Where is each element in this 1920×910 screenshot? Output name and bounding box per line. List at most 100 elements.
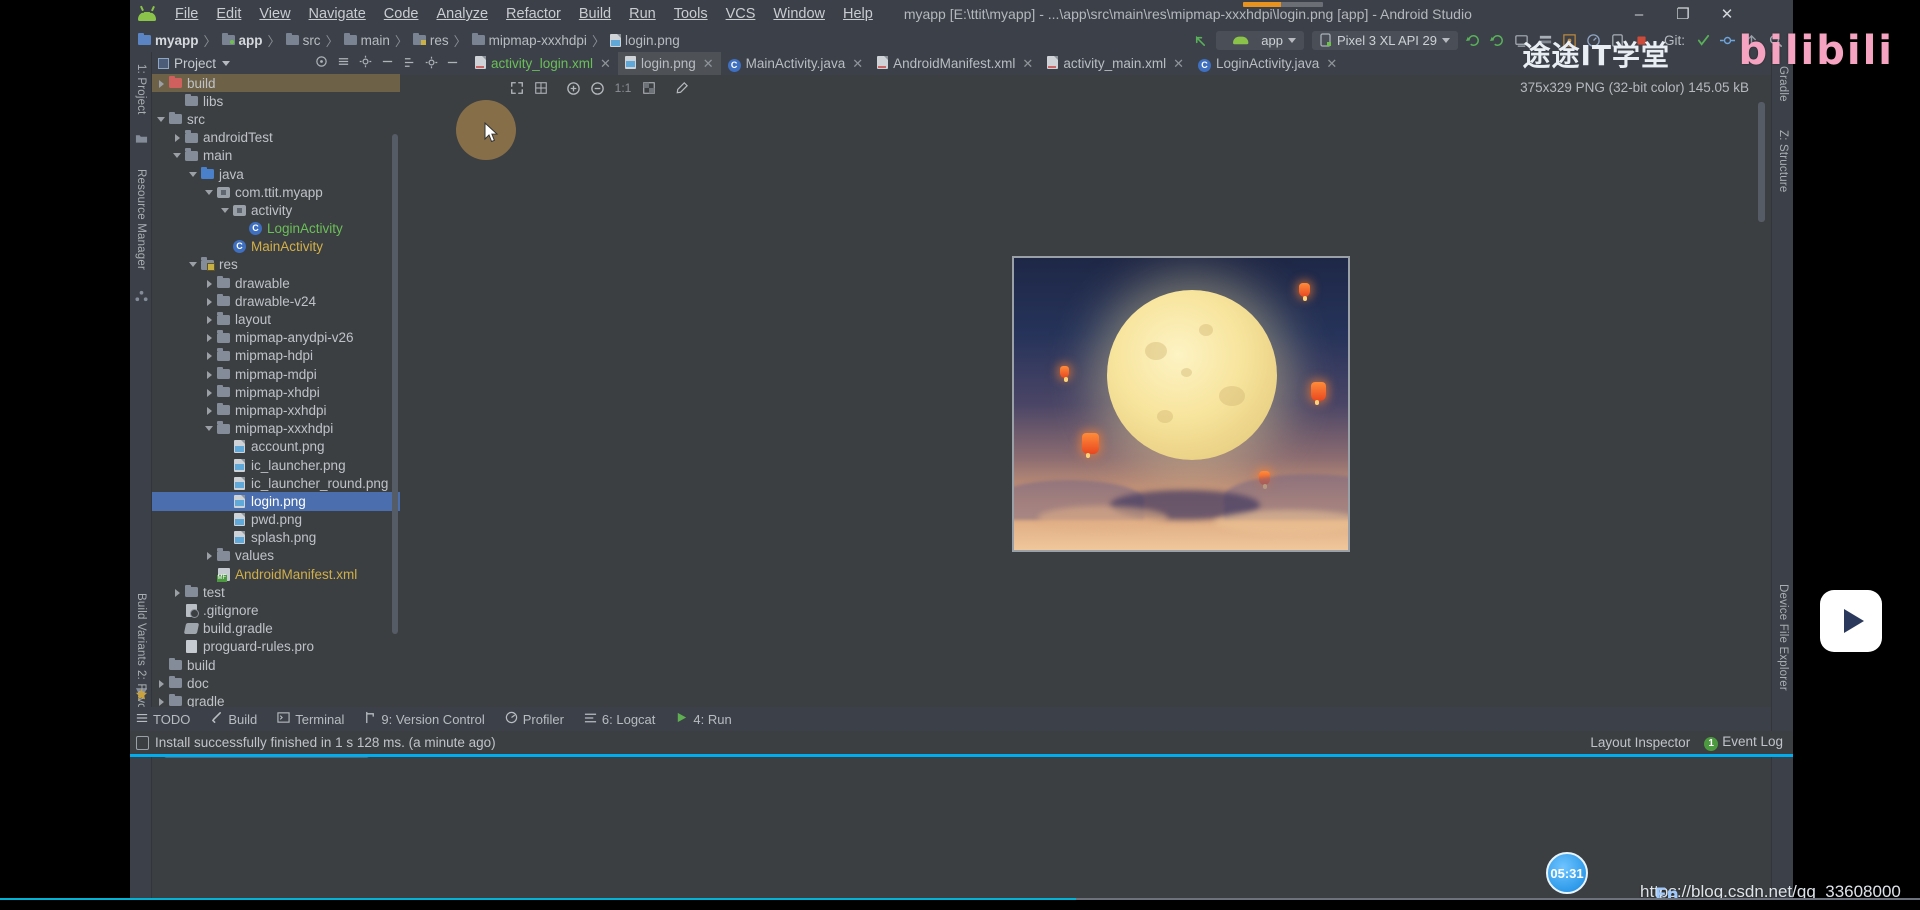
event-log-status-button[interactable]: 1 Event Log — [1704, 734, 1783, 751]
breadcrumb-item-src[interactable]: src — [303, 33, 321, 48]
breadcrumb-item-app[interactable]: app — [239, 33, 263, 48]
tree-item[interactable]: drawable — [152, 274, 400, 292]
select-in-project-icon[interactable] — [404, 56, 417, 72]
tree-item[interactable]: AndroidManifest.xml — [152, 565, 400, 583]
window-close-button[interactable]: ✕ — [1705, 0, 1749, 28]
tree-item[interactable]: build — [152, 656, 400, 674]
git-update-icon[interactable] — [1692, 30, 1714, 50]
tree-item[interactable]: java — [152, 165, 400, 183]
back-arrow-icon[interactable] — [1189, 30, 1211, 50]
close-icon[interactable]: ✕ — [1022, 56, 1033, 72]
tree-expand-arrow[interactable] — [204, 314, 215, 325]
tree-expand-arrow[interactable] — [204, 278, 215, 289]
tree-item[interactable]: C MainActivity — [152, 238, 400, 256]
tree-expand-arrow[interactable] — [220, 478, 231, 489]
tree-expand-arrow[interactable] — [204, 423, 215, 434]
tree-item[interactable]: login.png — [152, 492, 400, 511]
toggle-grid-icon[interactable] — [530, 78, 552, 98]
close-icon[interactable]: ✕ — [1326, 56, 1337, 72]
tree-item[interactable]: .gitignore — [152, 601, 400, 619]
tree-item[interactable]: drawable-v24 — [152, 292, 400, 310]
editor-vertical-scrollbar[interactable] — [1758, 102, 1765, 222]
locate-file-icon[interactable] — [315, 55, 328, 71]
menu-analyze[interactable]: Analyze — [427, 4, 497, 24]
bottom-tool-todo[interactable]: TODO — [136, 712, 190, 727]
expand-collapse-icon[interactable] — [337, 55, 350, 71]
menu-help[interactable]: Help — [834, 4, 882, 24]
tree-item[interactable]: mipmap-anydpi-v26 — [152, 329, 400, 347]
device-selector[interactable]: Pixel 3 XL API 29 — [1312, 30, 1458, 50]
project-tree[interactable]: build libs src androidTest main java com.ttit.… — [152, 74, 400, 707]
tree-expand-arrow[interactable] — [220, 496, 231, 507]
editor-tab[interactable]: C LoginActivity.java ✕ — [1191, 52, 1344, 75]
tree-expand-arrow[interactable] — [220, 205, 231, 216]
tree-item[interactable]: main — [152, 147, 400, 165]
tree-expand-arrow[interactable] — [204, 550, 215, 561]
tree-item[interactable]: androidTest — [152, 129, 400, 147]
tree-expand-arrow[interactable] — [204, 332, 215, 343]
menu-edit[interactable]: Edit — [207, 4, 250, 24]
tree-item[interactable]: src — [152, 110, 400, 128]
fit-to-window-icon[interactable] — [506, 78, 528, 98]
project-tree-vertical-scrollbar[interactable] — [392, 134, 398, 634]
tree-expand-arrow[interactable] — [156, 678, 167, 689]
tree-expand-arrow[interactable] — [172, 623, 183, 634]
transparent-background-icon[interactable] — [638, 78, 660, 98]
tree-item[interactable]: values — [152, 547, 400, 565]
sync-project-icon[interactable] — [1463, 30, 1485, 50]
tree-expand-arrow[interactable] — [172, 96, 183, 107]
tree-expand-arrow[interactable] — [188, 259, 199, 270]
tree-item[interactable]: splash.png — [152, 529, 400, 547]
editor-tab[interactable]: C MainActivity.java ✕ — [721, 52, 870, 75]
tree-item[interactable]: activity — [152, 201, 400, 219]
sidebar-item-project[interactable]: 1: Project — [130, 56, 152, 122]
bottom-tool-6-logcat[interactable]: 6: Logcat — [584, 712, 655, 727]
menu-run[interactable]: Run — [620, 4, 665, 24]
tree-expand-arrow[interactable] — [156, 696, 167, 707]
breadcrumb-item-res[interactable]: res — [430, 33, 449, 48]
project-panel-title[interactable]: Project — [174, 56, 216, 71]
tree-expand-arrow[interactable] — [236, 223, 247, 234]
tree-item[interactable]: mipmap-xxxhdpi — [152, 420, 400, 438]
tree-expand-arrow[interactable] — [204, 405, 215, 416]
breadcrumb-item-main[interactable]: main — [361, 33, 390, 48]
window-maximize-button[interactable]: ❐ — [1661, 0, 1705, 28]
color-picker-icon[interactable] — [670, 78, 692, 98]
sidebar-item-resource-manager[interactable]: Resource Manager — [130, 157, 152, 282]
close-icon[interactable]: ✕ — [1173, 56, 1184, 72]
hide-panel-icon[interactable] — [446, 56, 459, 72]
tree-expand-arrow[interactable] — [220, 241, 231, 252]
bottom-tool-4-run[interactable]: 4: Run — [675, 711, 732, 727]
tree-expand-arrow[interactable] — [204, 296, 215, 307]
editor-tab[interactable]: login.png ✕ — [617, 52, 721, 75]
tree-expand-arrow[interactable] — [172, 150, 183, 161]
close-icon[interactable]: ✕ — [703, 56, 714, 72]
tree-item[interactable]: doc — [152, 674, 400, 692]
tree-item[interactable]: ic_launcher_round.png — [152, 474, 400, 492]
tree-expand-arrow[interactable] — [156, 660, 167, 671]
tree-expand-arrow[interactable] — [220, 532, 231, 543]
menu-tools[interactable]: Tools — [665, 4, 717, 24]
sidebar-item-device-file-explorer[interactable]: Device File Explorer — [1772, 582, 1794, 692]
tree-item[interactable]: build.gradle — [152, 620, 400, 638]
window-minimize-button[interactable]: – — [1617, 0, 1661, 28]
tree-item[interactable]: pwd.png — [152, 511, 400, 529]
tree-item[interactable]: layout — [152, 310, 400, 328]
editor-tab[interactable]: activity_login.xml ✕ — [468, 52, 618, 75]
menu-navigate[interactable]: Navigate — [300, 4, 375, 24]
tree-expand-arrow[interactable] — [188, 169, 199, 180]
bottom-tool-profiler[interactable]: Profiler — [505, 711, 564, 727]
tree-item[interactable]: proguard-rules.pro — [152, 638, 400, 656]
zoom-in-icon[interactable] — [562, 78, 584, 98]
tree-item[interactable]: libs — [152, 92, 400, 110]
breadcrumb-item-mipmap[interactable]: mipmap-xxxhdpi — [489, 33, 587, 48]
tree-expand-arrow[interactable] — [172, 605, 183, 616]
tree-expand-arrow[interactable] — [172, 587, 183, 598]
tree-expand-arrow[interactable] — [204, 369, 215, 380]
tree-item[interactable]: account.png — [152, 438, 400, 456]
tree-expand-arrow[interactable] — [204, 569, 215, 580]
chevron-down-icon[interactable] — [222, 60, 231, 66]
sync-gradle-icon[interactable] — [1487, 30, 1509, 50]
tree-expand-arrow[interactable] — [204, 387, 215, 398]
tree-expand-arrow[interactable] — [172, 641, 183, 652]
